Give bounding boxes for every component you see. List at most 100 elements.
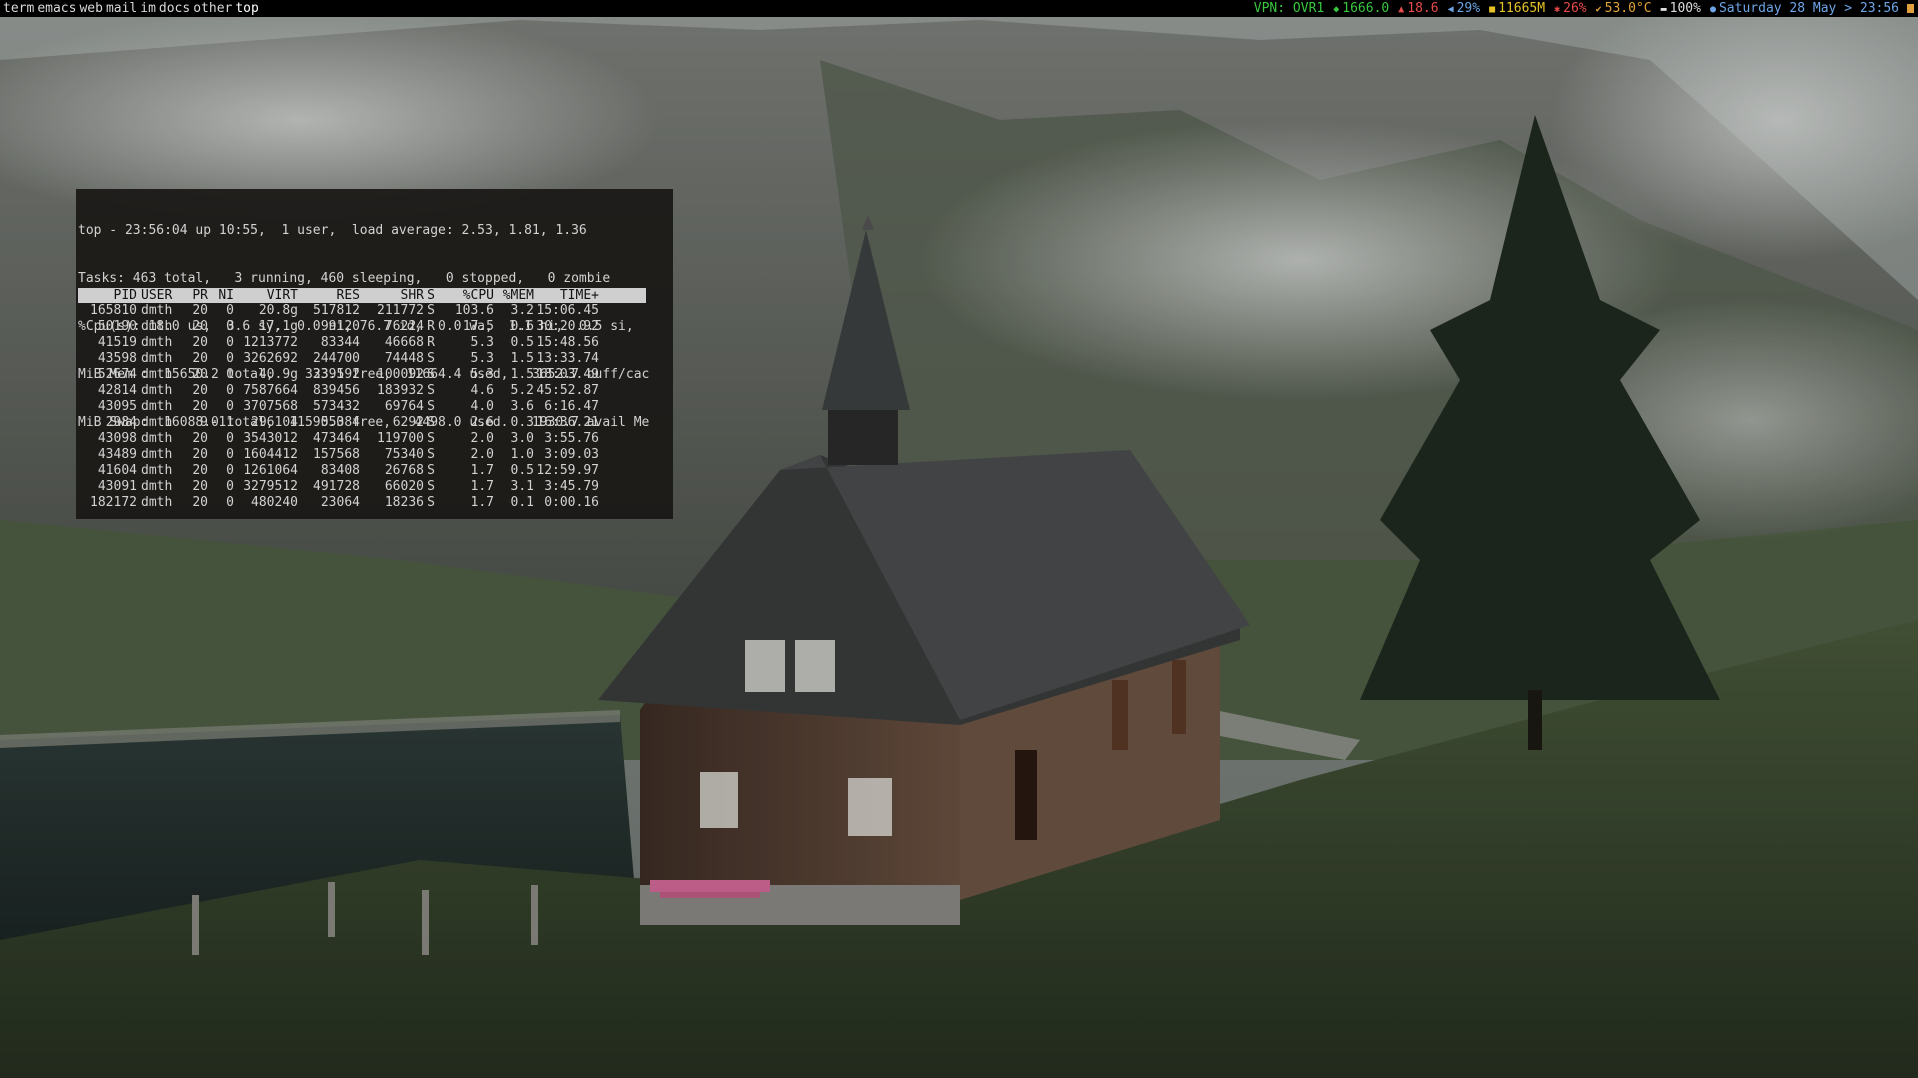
workspace-emacs[interactable]: emacs <box>37 1 79 16</box>
column-header-mem[interactable]: %MEM <box>503 288 534 303</box>
process-row[interactable]: 43098 dmth 20 0 3543012 473464 119700 S 2.0 3.0 3:… <box>78 431 646 447</box>
status-text: Saturday 28 May > 23:56 <box>1718 1 1899 16</box>
temperature-icon: ✔ <box>1595 4 1602 15</box>
process-res: 239592 <box>313 367 360 382</box>
process-pr: 20 <box>192 319 208 334</box>
process-cpu: 4.0 <box>470 399 494 414</box>
process-state: S <box>427 479 435 494</box>
process-cpu: 5.3 <box>470 351 494 366</box>
process-time: 3:45.79 <box>544 479 599 494</box>
process-ni: 0 <box>226 399 234 414</box>
tray-indicator-icon <box>1907 4 1914 13</box>
terminal-window-top[interactable]: top - 23:56:04 up 10:55, 1 user, load av… <box>76 189 673 519</box>
column-header-pid[interactable]: PID <box>114 288 137 303</box>
column-header-cpu[interactable]: %CPU <box>463 288 494 303</box>
process-time: 3:09.03 <box>544 447 599 462</box>
process-time: 12:59.97 <box>536 463 599 478</box>
process-row[interactable]: 2984 dmth 9 -11 296104 55384 6292 S 2.6 0.3 16:36.… <box>78 415 646 431</box>
process-row[interactable]: 43598 dmth 20 0 3262692 244700 74448 S 5.3 1.5 13:… <box>78 351 646 367</box>
process-virt: 7587664 <box>243 383 298 398</box>
process-shr: 69764 <box>384 399 424 414</box>
process-row[interactable]: 52674 dmth 20 0 40.9g 239592 100092 S 5.3 1.5 18:0… <box>78 367 646 383</box>
column-header-pr[interactable]: PR <box>192 288 208 303</box>
process-time: 15:48.56 <box>536 335 599 350</box>
process-shr: 76224 <box>384 319 424 334</box>
process-row[interactable]: 165810 dmth 20 0 20.8g 517812 211772 S 103.6 3.2 1… <box>78 303 646 319</box>
process-pr: 9 <box>200 415 208 430</box>
process-virt: 40.9g <box>258 367 298 382</box>
column-header-res[interactable]: RES <box>337 288 360 303</box>
process-res: 23064 <box>320 495 360 510</box>
volume-icon: ◀ <box>1447 4 1454 15</box>
process-pr: 20 <box>192 495 208 510</box>
column-header-user[interactable]: USER <box>141 288 172 303</box>
process-virt: 20.8g <box>258 303 298 318</box>
process-pid: 41604 <box>97 463 137 478</box>
process-mem: 0.5 <box>510 463 534 478</box>
status-indicators: VPN: OVR1 ◆ 1666.0 ▲ 18.6 ◀ 29% ■ 11665M ✱ 26% ✔ 53.… <box>1245 0 1914 17</box>
process-row[interactable]: 43095 dmth 20 0 3707568 573432 69764 S 4.0 3.6 6:1… <box>78 399 646 415</box>
process-row[interactable]: 43489 dmth 20 0 1604412 157568 75340 S 2.0 1.0 3:0… <box>78 447 646 463</box>
status-item: ✱ 26% <box>1545 1 1587 16</box>
process-virt: 1213772 <box>243 335 298 350</box>
process-table-header[interactable]: PID USER PR NI VIRT RES SHR S %CPU %MEM TIME+ <box>78 288 646 303</box>
process-user: dmth <box>141 495 173 510</box>
process-row[interactable]: 43091 dmth 20 0 3279512 491728 66020 S 1.7 3.1 3:4… <box>78 479 646 495</box>
process-cpu: 1.7 <box>470 463 494 478</box>
column-header-virt[interactable]: VIRT <box>267 288 298 303</box>
column-header-state[interactable]: S <box>427 288 435 303</box>
workspace-im[interactable]: im <box>140 1 159 16</box>
process-state: S <box>427 415 435 430</box>
column-header-shr[interactable]: SHR <box>401 288 424 303</box>
status-item: ● Saturday 28 May > 23:56 <box>1701 1 1899 16</box>
process-row[interactable]: 41604 dmth 20 0 1261064 83408 26768 S 1.7 0.5 12:5… <box>78 463 646 479</box>
process-shr: 18236 <box>384 495 424 510</box>
memory-icon: ■ <box>1489 4 1496 15</box>
process-ni: 0 <box>226 319 234 334</box>
process-cpu: 2.6 <box>470 415 494 430</box>
process-pr: 20 <box>192 351 208 366</box>
process-cpu: 103.6 <box>454 303 494 318</box>
process-pid: 52674 <box>97 367 137 382</box>
process-pr: 20 <box>192 303 208 318</box>
column-header-time[interactable]: TIME+ <box>560 288 599 303</box>
process-time: 45:52.87 <box>536 383 599 398</box>
workspace-top[interactable]: top <box>235 1 261 16</box>
status-text: 1666.0 <box>1342 1 1390 16</box>
cpu-freq-icon: ◆ <box>1333 4 1340 15</box>
process-cpu: 17.5 <box>462 319 494 334</box>
process-virt: 3262692 <box>243 351 298 366</box>
process-user: dmth <box>141 367 173 382</box>
process-ni: 0 <box>226 495 234 510</box>
process-res: 244700 <box>313 351 360 366</box>
process-time: 18:03.49 <box>536 367 599 382</box>
process-ni: -11 <box>210 415 234 430</box>
process-ni: 0 <box>226 447 234 462</box>
process-row[interactable]: 50190 dmth 20 0 17.1g 99120 76224 R 17.5 0.6 30:20… <box>78 319 646 335</box>
process-row[interactable]: 182172 dmth 20 0 480240 23064 18236 S 1.7 0.1 0:00… <box>78 495 646 511</box>
process-shr: 26768 <box>384 463 424 478</box>
process-pid: 43098 <box>97 431 137 446</box>
process-pr: 20 <box>192 479 208 494</box>
process-mem: 1.0 <box>510 447 534 462</box>
cpu-icon: ✱ <box>1554 4 1561 15</box>
process-ni: 0 <box>226 383 234 398</box>
workspace-other[interactable]: other <box>193 1 235 16</box>
process-virt: 1604412 <box>243 447 298 462</box>
workspace-term[interactable]: term <box>3 1 37 16</box>
process-pid: 43598 <box>97 351 137 366</box>
column-header-ni[interactable]: NI <box>218 288 234 303</box>
process-state: S <box>427 447 435 462</box>
desktop-wallpaper <box>0 0 1918 1078</box>
workspace-mail[interactable]: mail <box>106 1 140 16</box>
process-mem: 5.2 <box>510 383 534 398</box>
process-row[interactable]: 41519 dmth 20 0 1213772 83344 46668 R 5.3 0.5 15:4… <box>78 335 646 351</box>
process-state: R <box>427 319 435 334</box>
workspace-docs[interactable]: docs <box>159 1 193 16</box>
process-user: dmth <box>141 415 173 430</box>
workspace-web[interactable]: web <box>79 1 105 16</box>
process-res: 157568 <box>313 447 360 462</box>
status-text: 18.6 <box>1407 1 1439 16</box>
process-pr: 20 <box>192 399 208 414</box>
process-row[interactable]: 42814 dmth 20 0 7587664 839456 183932 S 4.6 5.2 45… <box>78 383 646 399</box>
